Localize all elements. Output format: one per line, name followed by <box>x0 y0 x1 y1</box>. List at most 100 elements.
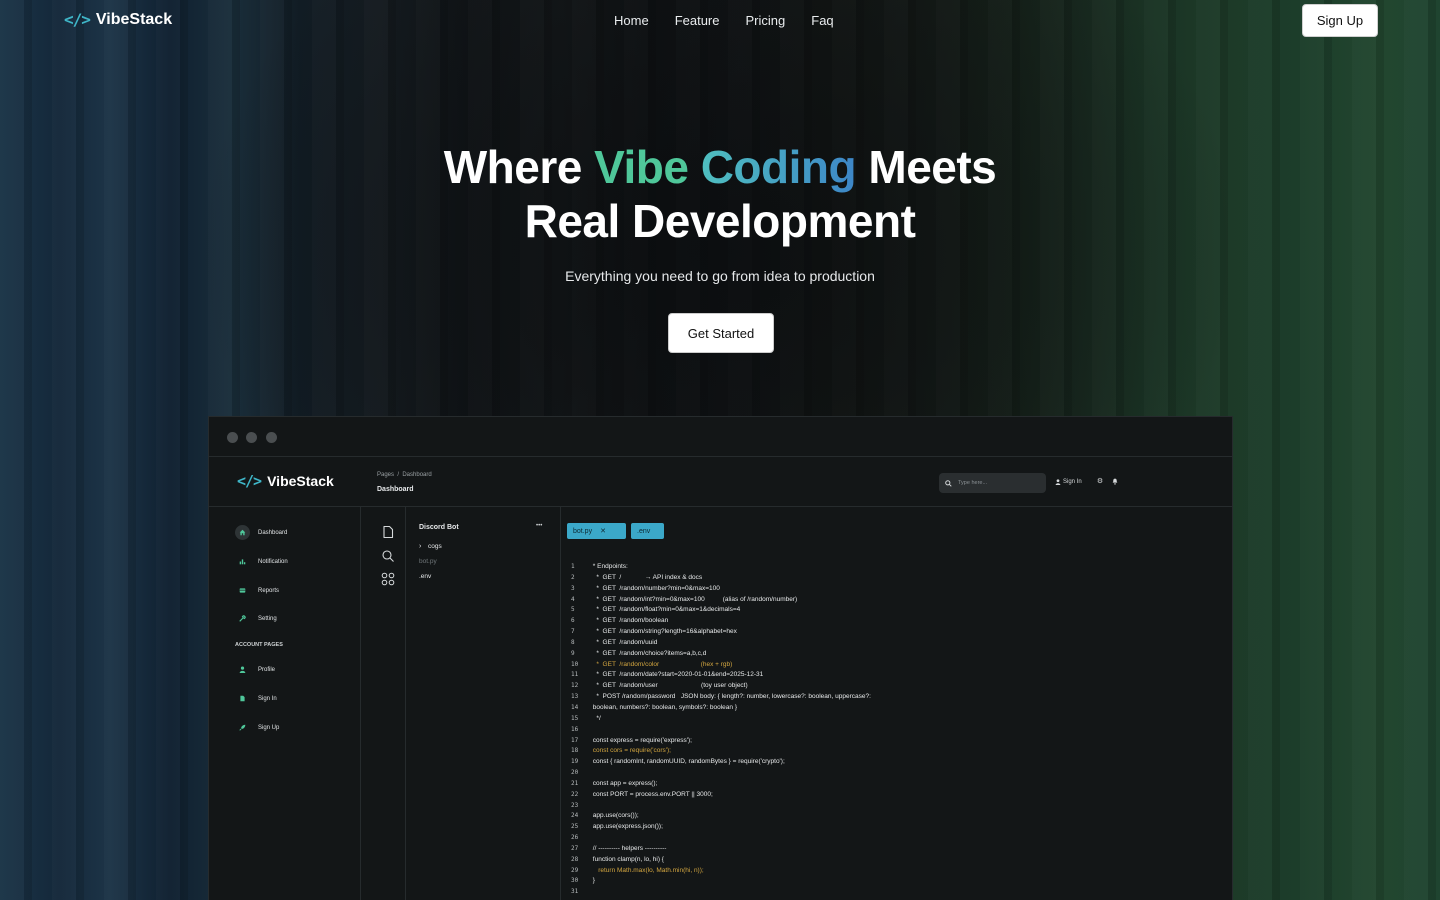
line-code: * GET /random/user (toy user object) <box>591 682 748 690</box>
home-icon <box>235 525 250 540</box>
close-icon[interactable]: ✕ <box>600 527 606 535</box>
header-signin-link[interactable]: Sign In <box>1055 479 1082 485</box>
code-line: 31 <box>571 888 871 899</box>
line-number: 2 <box>571 573 575 581</box>
line-code: const express = require('express'); <box>591 736 692 744</box>
person-icon <box>1055 479 1061 485</box>
line-code: * GET /random/float?min=0&max=1&decimals… <box>591 606 741 614</box>
sidebar-item-dashboard[interactable]: Dashboard <box>235 525 287 540</box>
code-line: 5 * GET /random/float?min=0&max=1&decima… <box>571 606 871 617</box>
line-code: * GET /random/number?min=0&max=100 <box>591 584 720 592</box>
account-pages-heading: ACCOUNT PAGES <box>235 642 283 648</box>
bell-icon[interactable] <box>1111 478 1119 486</box>
line-number: 13 <box>571 693 579 701</box>
line-code: const cors = require('cors'); <box>591 747 671 755</box>
file-bot-py[interactable]: bot.py <box>419 558 437 565</box>
sidebar-item-profile[interactable]: Profile <box>235 662 275 677</box>
line-code: function clamp(n, lo, hi) { <box>591 855 664 863</box>
line-number: 20 <box>571 769 579 777</box>
nav-link-feature[interactable]: Feature <box>675 13 720 28</box>
window-maximize-dot[interactable] <box>266 432 277 443</box>
line-code: const PORT = process.env.PORT || 3000; <box>591 790 713 798</box>
tab-bot-py[interactable]: bot.py ✕ <box>567 523 626 539</box>
code-brackets-icon: </> <box>237 472 262 490</box>
sidebar-item-label: Reports <box>258 587 280 594</box>
code-line: 9 * GET /random/choice?items=a,b,c,d <box>571 650 871 661</box>
line-code: */ <box>591 714 601 722</box>
code-line: 2 * GET / → API index & docs <box>571 574 871 585</box>
hero-title-line-1: Where Vibe Coding Meets <box>0 140 1440 194</box>
search-icon[interactable] <box>381 549 395 563</box>
line-number: 28 <box>571 855 579 863</box>
search-placeholder: Type here... <box>958 480 988 486</box>
tab-label: bot.py <box>573 527 593 535</box>
more-options-icon[interactable]: ••• <box>536 523 542 529</box>
app-brand-logo[interactable]: </> VibeStack <box>237 472 334 490</box>
search-icon <box>945 479 952 487</box>
sidebar-item-setting[interactable]: Setting <box>235 611 277 626</box>
nav-link-home[interactable]: Home <box>614 13 649 28</box>
hero-title-meets: Meets <box>856 141 997 193</box>
brand-logo[interactable]: </> VibeStack <box>64 10 172 29</box>
app-sidebar: Dashboard Notification Reports Setting A… <box>209 507 361 900</box>
chevron-right-icon: › <box>419 543 422 550</box>
nav-link-faq[interactable]: Faq <box>811 13 833 28</box>
code-line: 10 * GET /random/color (hex + rgb) <box>571 661 871 672</box>
line-number: 26 <box>571 834 579 842</box>
line-code: * GET /random/color (hex + rgb) <box>591 660 733 668</box>
line-number: 11 <box>571 671 579 679</box>
files-icon[interactable] <box>381 525 395 539</box>
line-code: * POST /random/password JSON body: { len… <box>591 693 871 701</box>
code-content[interactable]: 1 * Endpoints: 2 * GET / → API index & do… <box>571 563 871 899</box>
code-line: 28 function clamp(n, lo, hi) { <box>571 856 871 867</box>
nav-links: Home Feature Pricing Faq <box>614 13 834 28</box>
line-number: 19 <box>571 758 579 766</box>
header-signin-label: Sign In <box>1063 479 1082 485</box>
window-close-dot[interactable] <box>227 432 238 443</box>
signup-button[interactable]: Sign Up <box>1302 4 1378 37</box>
code-line: 7 * GET /random/string?length=16&alphabe… <box>571 628 871 639</box>
line-code: * GET /random/int?min=0&max=100 (alias o… <box>591 595 798 603</box>
code-line: 13 * POST /random/password JSON body: { … <box>571 693 871 704</box>
card-icon <box>235 583 250 598</box>
search-input[interactable]: Type here... <box>939 473 1046 493</box>
line-number: 22 <box>571 790 579 798</box>
line-code: * GET / → API index & docs <box>591 573 703 581</box>
sidebar-item-label: Notification <box>258 558 288 565</box>
sidebar-item-signin[interactable]: Sign In <box>235 691 277 706</box>
file-env[interactable]: .env <box>419 573 431 580</box>
line-number: 4 <box>571 595 575 603</box>
tab-label: .env <box>637 527 651 535</box>
line-number: 9 <box>571 649 575 657</box>
extensions-icon[interactable] <box>381 572 395 586</box>
folder-cogs[interactable]: › cogs <box>419 543 442 550</box>
sidebar-item-notification[interactable]: Notification <box>235 554 288 569</box>
code-line: 15 */ <box>571 715 871 726</box>
line-number: 21 <box>571 779 579 787</box>
gear-icon[interactable]: ⚙ <box>1096 478 1104 486</box>
code-line: 23 <box>571 802 871 813</box>
code-line: 29 return Math.max(lo, Math.min(hi, n)); <box>571 867 871 878</box>
window-minimize-dot[interactable] <box>246 432 257 443</box>
line-code: * GET /random/boolean <box>591 617 669 625</box>
code-line: 26 <box>571 834 871 845</box>
code-line: 25 app.use(express.json()); <box>571 823 871 834</box>
sidebar-item-reports[interactable]: Reports <box>235 583 279 598</box>
line-number: 29 <box>571 866 579 874</box>
get-started-button[interactable]: Get Started <box>668 313 774 353</box>
nav-link-pricing[interactable]: Pricing <box>746 13 786 28</box>
app-header: </> VibeStack Pages / Dashboard Dashboar… <box>209 457 1232 507</box>
window-titlebar <box>209 417 1232 457</box>
line-code: app.use(express.json()); <box>591 823 663 831</box>
file-explorer: Discord Bot ••• › cogs bot.py .env <box>406 507 561 900</box>
sidebar-item-label: Sign In <box>258 695 277 702</box>
brand-name: VibeStack <box>95 10 173 28</box>
tab-env[interactable]: .env <box>631 523 664 539</box>
wrench-icon <box>235 611 250 626</box>
bar-chart-icon <box>235 554 250 569</box>
line-code: const app = express(); <box>591 779 658 787</box>
folder-label: cogs <box>428 543 442 550</box>
line-number: 3 <box>571 584 575 592</box>
sidebar-item-signup[interactable]: Sign Up <box>235 720 279 735</box>
hero-subtitle: Everything you need to go from idea to p… <box>565 268 875 284</box>
